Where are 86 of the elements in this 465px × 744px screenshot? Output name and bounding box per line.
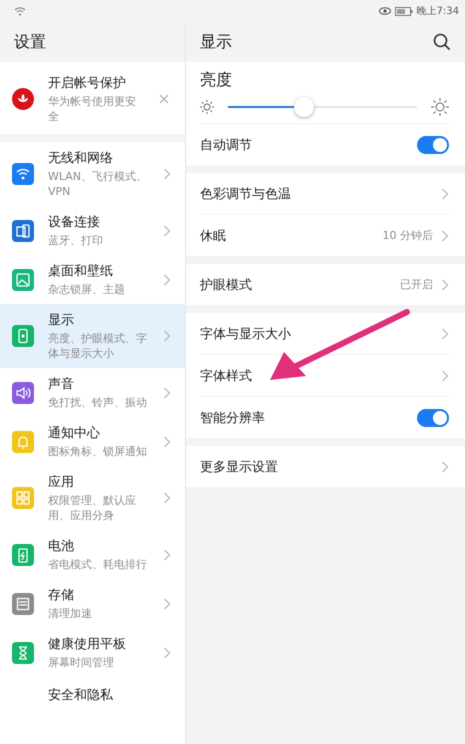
grid-icon [12, 487, 34, 509]
wifi-icon [12, 163, 34, 185]
sidebar-item[interactable]: 电池 省电模式、耗电排行 [0, 530, 185, 579]
setting-label: 字体样式 [200, 368, 252, 384]
eye-icon [378, 7, 391, 15]
sun-icon [431, 98, 449, 116]
item-title: 电池 [48, 538, 75, 555]
search-icon[interactable] [433, 33, 451, 51]
hourglass-icon [12, 642, 34, 664]
setting-label: 休眠 [200, 228, 226, 244]
battery-icon [394, 6, 413, 16]
devices-icon [12, 220, 34, 242]
setting-value: 10 分钟后 [382, 228, 433, 243]
item-title: 应用 [48, 474, 75, 491]
chevron-icon [163, 168, 171, 180]
setting-value: 已开启 [400, 277, 433, 292]
item-title: 安全和隐私 [48, 687, 114, 704]
sidebar-item[interactable]: 桌面和壁纸 杂志锁屏、主题 [0, 255, 185, 304]
chevron-icon [163, 436, 171, 448]
flower-icon [12, 88, 34, 110]
chevron-icon [441, 188, 449, 200]
item-title: 桌面和壁纸 [48, 263, 114, 280]
brightness-slider[interactable] [228, 97, 417, 117]
storage-icon [12, 592, 34, 614]
item-title: 开启帐号保护 [48, 75, 127, 92]
item-title: 设备连接 [48, 214, 101, 231]
item-title: 显示 [48, 312, 75, 329]
sidebar-item[interactable]: 无线和网络 WLAN、飞行模式、VPN [0, 142, 185, 206]
chevron-icon [441, 370, 449, 382]
sidebar-item[interactable]: 应用 权限管理、默认应用、应用分身 [0, 466, 185, 530]
battery-icon [12, 544, 34, 566]
item-subtitle: 省电模式、耗电排行 [48, 557, 148, 572]
page-title: 显示 [200, 32, 232, 52]
status-time: 晚上7:34 [416, 4, 459, 18]
chevron-icon [163, 548, 171, 560]
close-icon[interactable] [159, 94, 169, 104]
sidebar-item[interactable]: 显示 亮度、护眼模式、字体与显示大小 [0, 304, 185, 368]
item-subtitle: 华为帐号使用更安全 [48, 94, 137, 124]
toggle-switch[interactable] [417, 408, 449, 426]
item-title: 声音 [48, 376, 75, 393]
chevron-icon [163, 386, 171, 398]
sun-icon [200, 100, 214, 114]
item-subtitle: WLAN、飞行模式、VPN [48, 169, 148, 199]
item-title: 存储 [48, 587, 75, 604]
item-title: 通知中心 [48, 425, 101, 442]
sidebar-item[interactable]: 安全和隐私 [0, 677, 185, 713]
setting-label: 自动调节 [200, 136, 252, 154]
slider-thumb[interactable] [294, 97, 314, 117]
item-subtitle: 亮度、护眼模式、字体与显示大小 [48, 331, 148, 361]
phone-icon [12, 325, 34, 347]
speaker-icon [12, 382, 34, 404]
sidebar-item[interactable]: 设备连接 蓝牙、打印 [0, 206, 185, 255]
sidebar-title: 设置 [14, 32, 46, 52]
sidebar-item[interactable]: 健康使用平板 屏幕时间管理 [0, 628, 185, 677]
item-subtitle: 屏幕时间管理 [48, 655, 115, 670]
setting-label: 字体与显示大小 [200, 326, 291, 342]
chevron-icon [163, 598, 171, 610]
item-subtitle: 杂志锁屏、主题 [48, 282, 126, 297]
item-title: 无线和网络 [48, 150, 114, 167]
sidebar-item[interactable]: 声音 免打扰、铃声、振动 [0, 368, 185, 417]
chevron-icon [163, 492, 171, 504]
wifi-icon [14, 6, 26, 16]
bell-icon [12, 430, 34, 452]
toggle-switch[interactable] [417, 136, 449, 154]
setting-label: 色彩调节与色温 [200, 186, 291, 202]
setting-label: 亮度 [200, 70, 233, 91]
chevron-icon [441, 328, 449, 340]
chevron-icon [441, 278, 449, 290]
sidebar-item[interactable]: 存储 清理加速 [0, 579, 185, 628]
chevron-icon [163, 646, 171, 658]
chevron-icon [441, 460, 449, 472]
item-title: 健康使用平板 [48, 636, 127, 653]
chevron-icon [163, 224, 171, 236]
item-subtitle: 蓝牙、打印 [48, 233, 104, 248]
chevron-icon [163, 330, 171, 342]
chevron-icon [441, 230, 449, 242]
setting-label: 更多显示设置 [200, 458, 278, 476]
sidebar-item[interactable]: 通知中心 图标角标、锁屏通知 [0, 417, 185, 466]
item-subtitle: 清理加速 [48, 606, 93, 621]
image-icon [12, 268, 34, 290]
item-subtitle: 图标角标、锁屏通知 [48, 444, 148, 459]
setting-label: 护眼模式 [200, 276, 252, 294]
item-subtitle: 免打扰、铃声、振动 [48, 395, 148, 410]
item-subtitle: 权限管理、默认应用、应用分身 [48, 493, 137, 523]
setting-label: 智能分辨率 [200, 410, 265, 426]
chevron-icon [163, 274, 171, 286]
